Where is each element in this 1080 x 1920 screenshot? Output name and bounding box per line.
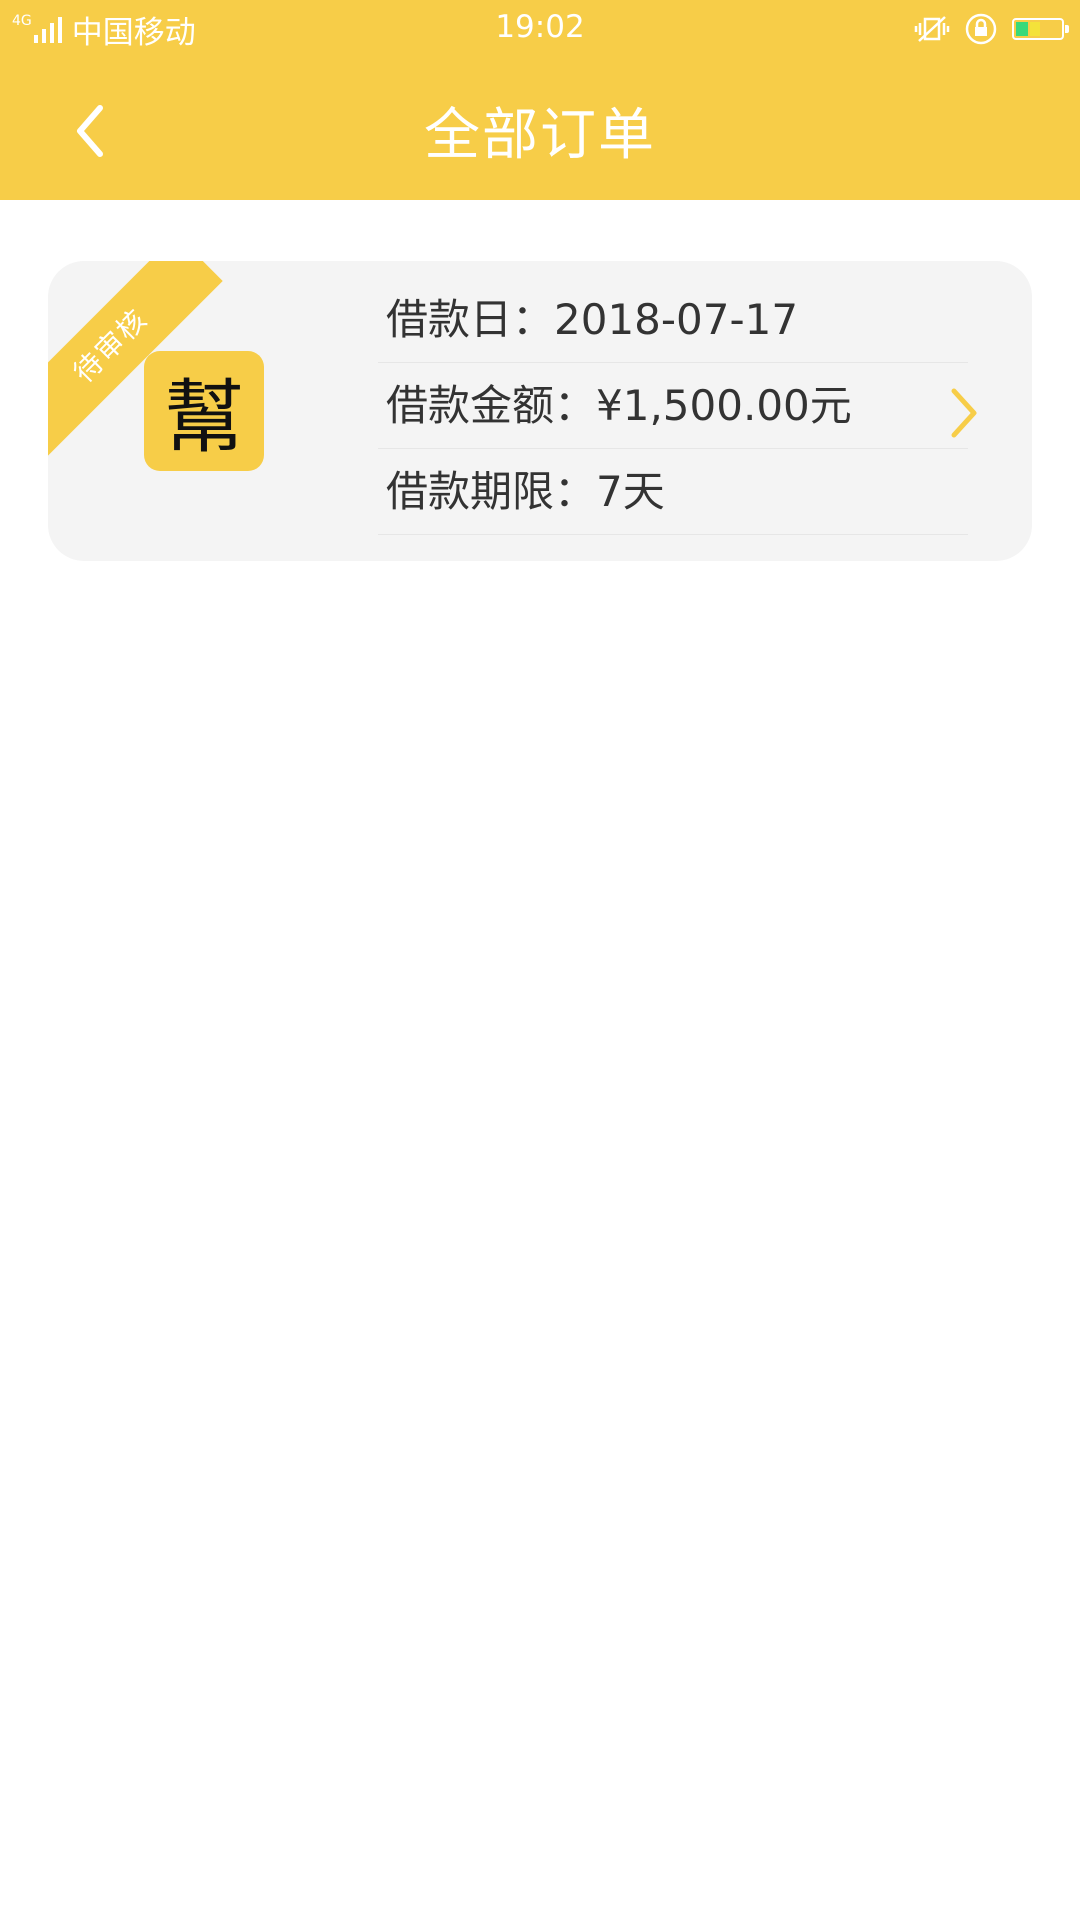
status-bar: 4G 中国移动 19:02 <box>0 0 1080 58</box>
app-header: 4G 中国移动 19:02 全部订单 <box>0 0 1080 200</box>
loan-term-label: 借款期限： <box>386 467 597 516</box>
rotation-lock-icon <box>965 13 997 45</box>
loan-date-row: 借款日：2018-07-17 <box>378 277 968 363</box>
loan-date-label: 借款日： <box>386 295 555 344</box>
chevron-right-icon[interactable] <box>944 385 984 441</box>
vibrate-icon <box>914 16 950 42</box>
loan-amount-label: 借款金额： <box>386 381 597 430</box>
nav-bar: 全部订单 <box>0 58 1080 200</box>
loan-amount-value: ¥1,500.00元 <box>596 381 852 430</box>
loan-term-value: 7天 <box>596 467 665 516</box>
loan-amount-row: 借款金额：¥1,500.00元 <box>378 363 968 449</box>
battery-icon <box>1012 18 1069 40</box>
page-title: 全部订单 <box>424 103 656 168</box>
loan-date-value: 2018-07-17 <box>554 295 799 344</box>
app-logo: 幫 <box>144 351 264 471</box>
status-right <box>900 12 1069 46</box>
order-info: 借款日：2018-07-17 借款金额：¥1,500.00元 借款期限：7天 <box>378 261 968 535</box>
order-card[interactable]: 待审核 幫 借款日：2018-07-17 借款金额：¥1,500.00元 借款期… <box>48 261 1032 561</box>
loan-term-row: 借款期限：7天 <box>378 449 968 535</box>
